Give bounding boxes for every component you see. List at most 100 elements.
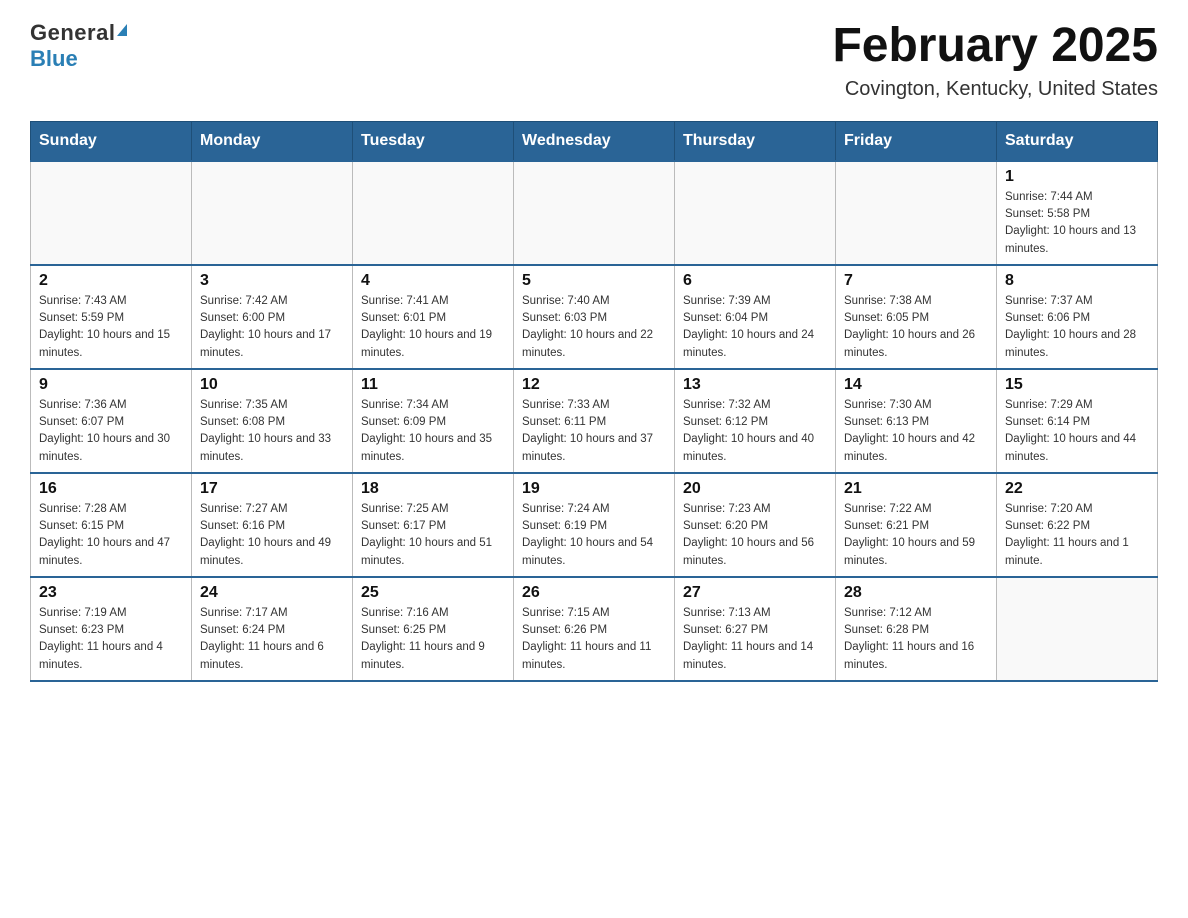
- table-row: 27 Sunrise: 7:13 AMSunset: 6:27 PMDayligh…: [675, 577, 836, 681]
- table-row: 28 Sunrise: 7:12 AMSunset: 6:28 PMDayligh…: [836, 577, 997, 681]
- table-row: 11Sunrise: 7:34 AMSunset: 6:09 PMDayligh…: [353, 369, 514, 473]
- calendar-week-row: 23 Sunrise: 7:19 AMSunset: 6:23 PMDayligh…: [31, 577, 1158, 681]
- table-row: 13 Sunrise: 7:32 AMSunset: 6:12 PMDayligh…: [675, 369, 836, 473]
- table-row: 9Sunrise: 7:36 AMSunset: 6:07 PMDaylight…: [31, 369, 192, 473]
- day-info: Sunrise: 7:32 AMSunset: 6:12 PMDaylight:…: [683, 397, 827, 466]
- day-info: Sunrise: 7:38 AMSunset: 6:05 PMDaylight:…: [844, 293, 988, 362]
- table-row: 19 Sunrise: 7:24 AMSunset: 6:19 PMDayligh…: [514, 473, 675, 577]
- day-info: Sunrise: 7:40 AMSunset: 6:03 PMDaylight:…: [522, 293, 666, 362]
- col-sunday: Sunday: [31, 121, 192, 161]
- day-number: 4: [361, 272, 505, 290]
- day-number: 7: [844, 272, 988, 290]
- day-info: Sunrise: 7:25 AMSunset: 6:17 PMDaylight:…: [361, 501, 505, 570]
- day-info: Sunrise: 7:16 AMSunset: 6:25 PMDaylight:…: [361, 605, 505, 674]
- table-row: [997, 577, 1158, 681]
- table-row: 14 Sunrise: 7:30 AMSunset: 6:13 PMDayligh…: [836, 369, 997, 473]
- calendar-table: Sunday Monday Tuesday Wednesday Thursday…: [30, 121, 1158, 682]
- day-number: 24: [200, 584, 344, 602]
- day-info: Sunrise: 7:43 AMSunset: 5:59 PMDaylight:…: [39, 293, 183, 362]
- table-row: [836, 161, 997, 265]
- page-subtitle: Covington, Kentucky, United States: [832, 78, 1158, 101]
- table-row: [514, 161, 675, 265]
- table-row: 12 Sunrise: 7:33 AMSunset: 6:11 PMDayligh…: [514, 369, 675, 473]
- col-saturday: Saturday: [997, 121, 1158, 161]
- day-number: 20: [683, 480, 827, 498]
- table-row: 4 Sunrise: 7:41 AMSunset: 6:01 PMDaylight…: [353, 265, 514, 369]
- day-info: Sunrise: 7:27 AMSunset: 6:16 PMDaylight:…: [200, 501, 344, 570]
- table-row: 18 Sunrise: 7:25 AMSunset: 6:17 PMDayligh…: [353, 473, 514, 577]
- logo: General Blue: [30, 20, 127, 72]
- col-thursday: Thursday: [675, 121, 836, 161]
- day-number: 14: [844, 376, 988, 394]
- day-number: 3: [200, 272, 344, 290]
- table-row: 7 Sunrise: 7:38 AMSunset: 6:05 PMDaylight…: [836, 265, 997, 369]
- table-row: 15Sunrise: 7:29 AMSunset: 6:14 PMDayligh…: [997, 369, 1158, 473]
- col-monday: Monday: [192, 121, 353, 161]
- day-info: Sunrise: 7:36 AMSunset: 6:07 PMDaylight:…: [39, 397, 183, 466]
- day-number: 21: [844, 480, 988, 498]
- day-number: 16: [39, 480, 183, 498]
- table-row: 10 Sunrise: 7:35 AMSunset: 6:08 PMDayligh…: [192, 369, 353, 473]
- day-info: Sunrise: 7:44 AMSunset: 5:58 PMDaylight:…: [1005, 189, 1149, 258]
- day-number: 15: [1005, 376, 1149, 394]
- day-info: Sunrise: 7:24 AMSunset: 6:19 PMDaylight:…: [522, 501, 666, 570]
- day-info: Sunrise: 7:15 AMSunset: 6:26 PMDaylight:…: [522, 605, 666, 674]
- day-number: 6: [683, 272, 827, 290]
- day-number: 22: [1005, 480, 1149, 498]
- table-row: [675, 161, 836, 265]
- day-number: 10: [200, 376, 344, 394]
- day-info: Sunrise: 7:23 AMSunset: 6:20 PMDaylight:…: [683, 501, 827, 570]
- table-row: 6 Sunrise: 7:39 AMSunset: 6:04 PMDaylight…: [675, 265, 836, 369]
- day-number: 17: [200, 480, 344, 498]
- day-info: Sunrise: 7:41 AMSunset: 6:01 PMDaylight:…: [361, 293, 505, 362]
- calendar-week-row: 16 Sunrise: 7:28 AMSunset: 6:15 PMDayligh…: [31, 473, 1158, 577]
- table-row: 21 Sunrise: 7:22 AMSunset: 6:21 PMDayligh…: [836, 473, 997, 577]
- day-number: 27: [683, 584, 827, 602]
- table-row: 23 Sunrise: 7:19 AMSunset: 6:23 PMDayligh…: [31, 577, 192, 681]
- table-row: 3 Sunrise: 7:42 AMSunset: 6:00 PMDaylight…: [192, 265, 353, 369]
- day-info: Sunrise: 7:13 AMSunset: 6:27 PMDaylight:…: [683, 605, 827, 674]
- table-row: [353, 161, 514, 265]
- page-title: February 2025: [832, 20, 1158, 73]
- day-number: 8: [1005, 272, 1149, 290]
- table-row: [192, 161, 353, 265]
- day-number: 25: [361, 584, 505, 602]
- day-info: Sunrise: 7:17 AMSunset: 6:24 PMDaylight:…: [200, 605, 344, 674]
- day-number: 19: [522, 480, 666, 498]
- day-info: Sunrise: 7:22 AMSunset: 6:21 PMDaylight:…: [844, 501, 988, 570]
- day-number: 26: [522, 584, 666, 602]
- table-row: 1 Sunrise: 7:44 AMSunset: 5:58 PMDaylight…: [997, 161, 1158, 265]
- day-number: 13: [683, 376, 827, 394]
- day-number: 1: [1005, 168, 1149, 186]
- day-info: Sunrise: 7:37 AMSunset: 6:06 PMDaylight:…: [1005, 293, 1149, 362]
- day-number: 5: [522, 272, 666, 290]
- table-row: [31, 161, 192, 265]
- day-number: 11: [361, 376, 505, 394]
- day-info: Sunrise: 7:28 AMSunset: 6:15 PMDaylight:…: [39, 501, 183, 570]
- day-number: 18: [361, 480, 505, 498]
- day-info: Sunrise: 7:35 AMSunset: 6:08 PMDaylight:…: [200, 397, 344, 466]
- day-number: 23: [39, 584, 183, 602]
- day-info: Sunrise: 7:33 AMSunset: 6:11 PMDaylight:…: [522, 397, 666, 466]
- day-info: Sunrise: 7:12 AMSunset: 6:28 PMDaylight:…: [844, 605, 988, 674]
- logo-general-text: General: [30, 20, 115, 46]
- day-info: Sunrise: 7:42 AMSunset: 6:00 PMDaylight:…: [200, 293, 344, 362]
- table-row: 24 Sunrise: 7:17 AMSunset: 6:24 PMDayligh…: [192, 577, 353, 681]
- day-info: Sunrise: 7:20 AMSunset: 6:22 PMDaylight:…: [1005, 501, 1149, 570]
- calendar-header-row: Sunday Monday Tuesday Wednesday Thursday…: [31, 121, 1158, 161]
- day-info: Sunrise: 7:30 AMSunset: 6:13 PMDaylight:…: [844, 397, 988, 466]
- table-row: 26 Sunrise: 7:15 AMSunset: 6:26 PMDayligh…: [514, 577, 675, 681]
- day-number: 28: [844, 584, 988, 602]
- table-row: 25 Sunrise: 7:16 AMSunset: 6:25 PMDayligh…: [353, 577, 514, 681]
- col-tuesday: Tuesday: [353, 121, 514, 161]
- day-number: 12: [522, 376, 666, 394]
- calendar-week-row: 2 Sunrise: 7:43 AMSunset: 5:59 PMDaylight…: [31, 265, 1158, 369]
- table-row: 20 Sunrise: 7:23 AMSunset: 6:20 PMDayligh…: [675, 473, 836, 577]
- day-info: Sunrise: 7:19 AMSunset: 6:23 PMDaylight:…: [39, 605, 183, 674]
- logo-arrow-icon: [117, 24, 127, 36]
- col-friday: Friday: [836, 121, 997, 161]
- day-info: Sunrise: 7:39 AMSunset: 6:04 PMDaylight:…: [683, 293, 827, 362]
- day-number: 2: [39, 272, 183, 290]
- calendar-week-row: 1 Sunrise: 7:44 AMSunset: 5:58 PMDaylight…: [31, 161, 1158, 265]
- table-row: 2 Sunrise: 7:43 AMSunset: 5:59 PMDaylight…: [31, 265, 192, 369]
